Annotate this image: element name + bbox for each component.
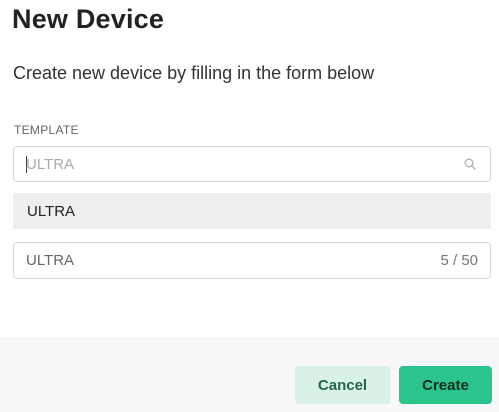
template-search-box[interactable] <box>13 146 491 182</box>
search-icon <box>464 158 476 170</box>
template-option-ultra[interactable]: ULTRA <box>13 193 491 229</box>
template-label: TEMPLATE <box>14 123 79 137</box>
device-name-value: ULTRA <box>26 252 75 269</box>
create-button[interactable]: Create <box>399 366 492 404</box>
text-caret <box>26 156 27 173</box>
device-name-field[interactable]: ULTRA 5 / 50 <box>13 242 491 279</box>
dialog-subtitle: Create new device by filling in the form… <box>13 63 375 83</box>
dialog-title: New Device <box>12 4 165 34</box>
character-counter: 5 / 50 <box>440 252 478 269</box>
template-search-input[interactable] <box>26 155 456 173</box>
cancel-button[interactable]: Cancel <box>295 366 390 404</box>
